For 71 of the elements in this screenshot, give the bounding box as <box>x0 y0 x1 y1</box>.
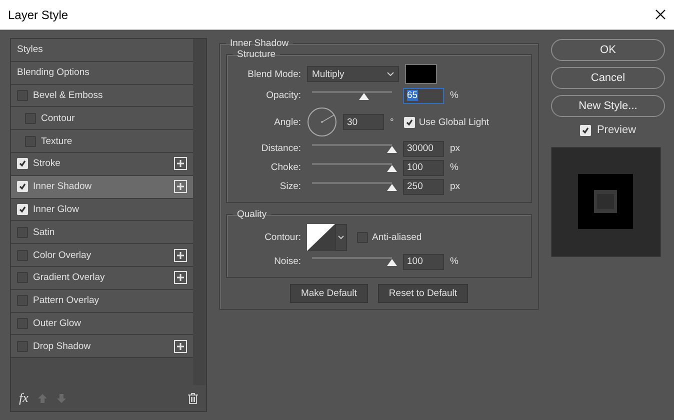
field-label: Choke: <box>270 162 301 173</box>
window-title: Layer Style <box>8 8 68 22</box>
checkbox-label: Preview <box>596 124 636 136</box>
number-field[interactable]: 250 <box>403 178 444 194</box>
style-list-item[interactable]: Blending Options <box>11 62 193 85</box>
effect-list-item[interactable]: Pattern Overlay <box>11 290 193 313</box>
default-button[interactable]: Make Default <box>290 284 368 303</box>
checkbox[interactable] <box>17 250 28 261</box>
quality-group: Quality Contour: Anti-aliased Noise: 100 % <box>226 209 532 278</box>
checkbox[interactable] <box>17 318 28 329</box>
unit-label: % <box>450 162 458 173</box>
structure-group: Structure Blend Mode: Multiply Opacity: 65 % Angle: 30 ° Use Global Light Distance: 30000 px Choke: 100 % Size: 250 px <box>226 49 532 203</box>
effect-list-item[interactable]: Satin <box>11 221 193 244</box>
close-icon[interactable] <box>655 9 666 20</box>
field-label: Opacity: <box>265 90 301 101</box>
add-icon[interactable] <box>174 157 187 170</box>
checkbox[interactable] <box>17 272 28 284</box>
effect-list-item[interactable]: Drop Shadow <box>11 335 193 358</box>
contour-picker[interactable] <box>307 224 347 250</box>
unit-label: % <box>450 90 458 101</box>
effect-list-item[interactable]: Bevel & Emboss <box>11 84 193 108</box>
field-label: Contour: <box>264 232 301 242</box>
number-field[interactable]: 65 <box>403 88 444 104</box>
add-icon[interactable] <box>174 180 187 194</box>
unit-label: % <box>450 256 458 267</box>
add-icon[interactable] <box>174 340 187 353</box>
effect-list-item[interactable]: Stroke <box>11 152 193 176</box>
blend-mode-dropdown[interactable]: Multiply <box>307 66 399 82</box>
number-field[interactable]: 100 <box>403 160 444 176</box>
checkbox[interactable] <box>357 232 368 242</box>
effect-list-item[interactable]: Gradient Overlay <box>11 266 193 290</box>
color-swatch[interactable] <box>405 64 437 84</box>
effect-list-item[interactable]: Texture <box>11 130 193 153</box>
checkbox[interactable] <box>25 112 36 124</box>
checkbox-label: Use Global Light <box>418 116 490 128</box>
field-label: Noise: <box>273 256 301 267</box>
checkbox[interactable] <box>25 136 36 147</box>
inner-shadow-group: Inner Shadow Structure Blend Mode: Multiply Opacity: 65 % Angle: 30 ° Use Global Light Distance: 30000 px Choke: 100 % Size: 250 px Quality Contour: Anti-aliased Noise: 100 % Make Default Reset to Default <box>219 38 539 310</box>
checkbox[interactable] <box>17 90 28 101</box>
effect-list-item[interactable]: Color Overlay <box>11 244 193 267</box>
angle-dial[interactable] <box>307 107 337 137</box>
number-field[interactable]: 100 <box>403 254 444 270</box>
effects-button[interactable]: fx <box>19 390 28 406</box>
add-icon[interactable] <box>174 248 187 262</box>
field-label: Size: <box>278 181 301 192</box>
checkbox[interactable] <box>17 340 28 352</box>
dialog-button[interactable]: OK <box>551 39 665 61</box>
field-label: Angle: <box>273 116 301 128</box>
field-label: Blend Mode: <box>246 68 301 80</box>
dialog-button[interactable]: New Style... <box>551 95 665 117</box>
slider-thumb[interactable] <box>359 92 369 100</box>
checkbox-label: Anti-aliased <box>372 232 422 242</box>
default-button[interactable]: Reset to Default <box>378 284 468 303</box>
unit-label: px <box>450 181 460 192</box>
angle-field[interactable]: 30 <box>343 114 384 130</box>
add-icon[interactable] <box>174 271 187 284</box>
field-label: Distance: <box>260 143 301 154</box>
effect-list-item[interactable]: Inner Glow <box>11 198 193 222</box>
dialog-button[interactable]: Cancel <box>551 67 665 89</box>
number-field[interactable]: 30000 <box>403 140 444 156</box>
checkbox[interactable] <box>17 295 28 306</box>
trash-icon[interactable] <box>188 392 198 404</box>
unit-label: px <box>450 143 460 154</box>
style-list-item[interactable]: Styles <box>11 39 193 62</box>
effect-list-item[interactable]: Outer Glow <box>11 312 193 336</box>
effect-list-item[interactable]: Contour <box>11 107 193 130</box>
checkbox[interactable] <box>17 226 28 238</box>
unit-label: ° <box>390 116 394 128</box>
chevron-icon <box>387 72 394 76</box>
effect-list-item[interactable]: Inner Shadow <box>11 176 193 199</box>
scrollbar[interactable] <box>193 39 206 385</box>
